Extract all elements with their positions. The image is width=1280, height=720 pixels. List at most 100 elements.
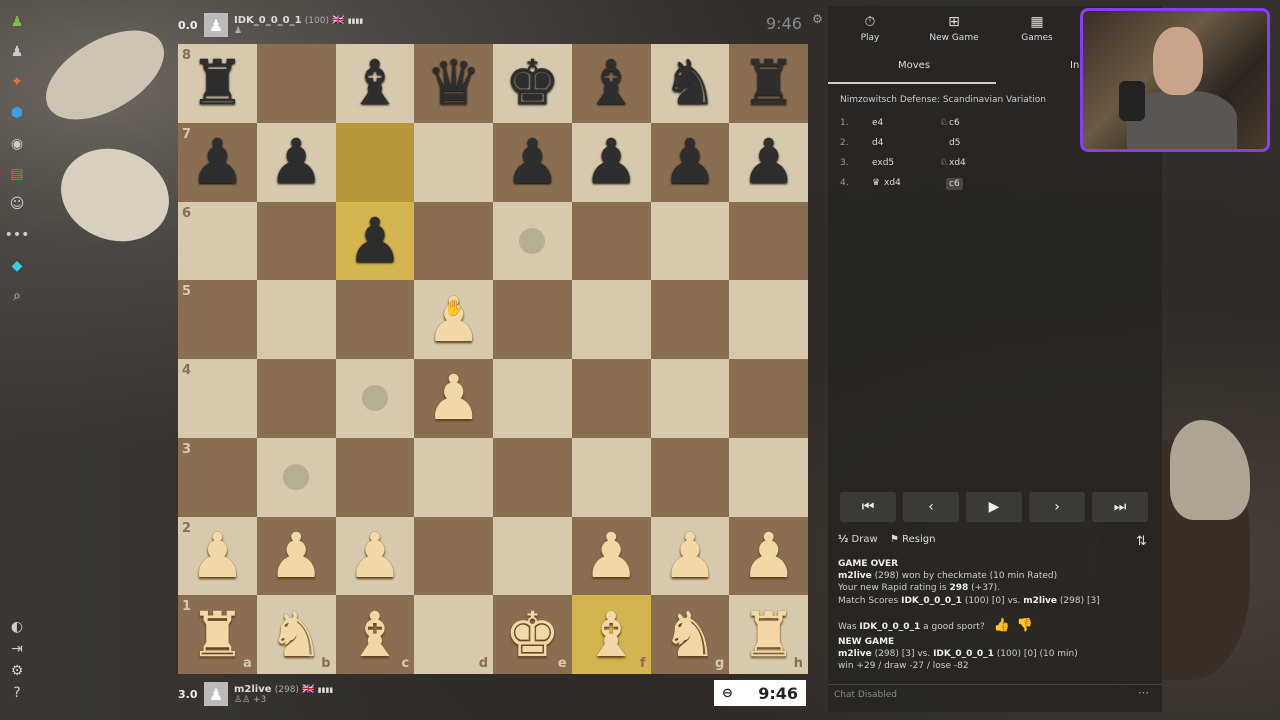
black-queen-icon[interactable]: ♛	[426, 52, 482, 114]
black-bishop-icon[interactable]: ♝	[583, 52, 639, 114]
square-c1[interactable]: c ♝	[335, 595, 415, 674]
move-black[interactable]: c6	[949, 118, 960, 128]
more-icon[interactable]: •••	[5, 225, 30, 245]
square-a4[interactable]: 4	[178, 359, 257, 438]
help-icon[interactable]: ?	[7, 683, 27, 703]
square-e7[interactable]: ♟	[493, 122, 572, 202]
square-b5[interactable]	[256, 280, 336, 359]
next-move-button[interactable]: ›	[1029, 492, 1085, 522]
move-hint-dot[interactable]	[519, 227, 546, 254]
black-bishop-icon[interactable]: ♝	[347, 52, 403, 114]
square-d3[interactable]	[414, 437, 493, 517]
social-icon[interactable]: ☺	[7, 194, 27, 214]
black-rook-icon[interactable]: ♜	[741, 52, 797, 114]
square-e3[interactable]	[493, 437, 572, 517]
white-pawn-icon[interactable]: ♟	[583, 524, 639, 587]
black-pawn-icon[interactable]: ♟	[662, 131, 718, 193]
white-king-icon[interactable]: ♚	[505, 603, 561, 666]
thumbs-up-icon[interactable]: 👍	[994, 618, 1010, 633]
square-g2[interactable]: ♟	[650, 516, 730, 596]
black-pawn-icon[interactable]: ♟	[347, 209, 403, 272]
square-d2[interactable]	[414, 516, 493, 596]
tab-info[interactable]: In	[1070, 60, 1079, 71]
square-h6[interactable]	[729, 201, 808, 281]
square-b6[interactable]	[256, 201, 336, 281]
square-b8[interactable]	[256, 44, 336, 123]
resign-button[interactable]: ⚑ Resign	[890, 534, 935, 545]
square-g1[interactable]: g ♞	[650, 595, 730, 674]
white-pawn-icon[interactable]: ♟	[268, 524, 324, 587]
chess-board[interactable]: 8 ♜ ♝ ♛ ♚ ♝ ♞ ♜ 7 ♟ ♟ ♟ ♟ ♟ ♟ 6 ♟ 5 ♟ 4 ♟ 3 2 ♟ ♟ ♟ ♟ ♟ ♟ 1 a ♜ b ♞ c ♝ d e ♚ f…	[178, 44, 808, 674]
square-c2[interactable]: ♟	[335, 516, 415, 596]
white-pawn-icon[interactable]: ♟	[662, 524, 718, 587]
white-pawn-icon[interactable]: ♟	[741, 524, 797, 587]
black-pawn-icon[interactable]: ♟	[268, 131, 324, 193]
collapse-icon[interactable]: ⇥	[7, 639, 27, 659]
square-d5[interactable]: ♟	[414, 280, 493, 359]
square-d1[interactable]: d	[414, 595, 493, 674]
square-f1[interactable]: f ♝	[571, 595, 651, 674]
square-g4[interactable]	[650, 359, 730, 438]
tab-moves[interactable]: Moves	[898, 60, 930, 71]
puzzle-icon[interactable]: ✦	[7, 72, 27, 92]
bottom-player-avatar[interactable]: ♟	[204, 682, 228, 706]
square-g6[interactable]	[650, 201, 730, 281]
square-c3[interactable]	[335, 437, 415, 517]
black-king-icon[interactable]: ♚	[505, 52, 561, 114]
play-icon[interactable]: ♟	[7, 42, 27, 62]
square-e5[interactable]	[493, 280, 572, 359]
square-f6[interactable]	[571, 201, 651, 281]
square-h3[interactable]	[729, 437, 808, 517]
move-hint-dot[interactable]	[361, 385, 388, 412]
square-a8[interactable]: 8 ♜	[178, 44, 257, 123]
prev-move-button[interactable]: ‹	[903, 492, 959, 522]
bottom-player-name[interactable]: m2live	[234, 684, 272, 695]
theme-toggle-icon[interactable]: ◐	[7, 617, 27, 637]
square-b7[interactable]: ♟	[256, 122, 336, 202]
square-g3[interactable]	[650, 437, 730, 517]
square-h2[interactable]: ♟	[729, 516, 808, 596]
black-knight-icon[interactable]: ♞	[662, 52, 718, 114]
top-player-name[interactable]: IDK_0_0_0_1	[234, 15, 302, 26]
watch-icon[interactable]: ◉	[7, 134, 27, 154]
square-h8[interactable]: ♜	[729, 44, 808, 123]
square-c5[interactable]	[335, 280, 415, 359]
move-black[interactable]: xd4	[949, 158, 966, 168]
move-black[interactable]: d5	[949, 138, 960, 148]
square-a6[interactable]: 6	[178, 201, 257, 281]
square-a7[interactable]: 7 ♟	[178, 122, 257, 202]
white-knight-icon[interactable]: ♞	[662, 603, 718, 666]
square-a1[interactable]: 1 a ♜	[178, 595, 257, 674]
thumbs-down-icon[interactable]: 👎	[1017, 618, 1033, 633]
square-e6[interactable]	[493, 201, 572, 281]
square-f4[interactable]	[571, 359, 651, 438]
square-h4[interactable]	[729, 359, 808, 438]
search-icon[interactable]: ⌕	[7, 286, 27, 306]
square-b4[interactable]	[256, 359, 336, 438]
tab-games[interactable]: ▦ Games	[997, 14, 1077, 43]
square-g8[interactable]: ♞	[650, 44, 730, 123]
move-white[interactable]: exd5	[872, 158, 894, 168]
square-e8[interactable]: ♚	[493, 44, 572, 123]
black-pawn-icon[interactable]: ♟	[190, 131, 246, 193]
white-pawn-icon[interactable]: ♟	[190, 524, 246, 587]
play-moves-button[interactable]: ▶	[966, 492, 1022, 522]
flip-board-icon[interactable]: ⇅	[1136, 534, 1147, 549]
more-options-icon[interactable]: ⋯	[1138, 686, 1149, 699]
white-pawn-icon[interactable]: ♟	[426, 367, 482, 429]
square-c7[interactable]	[335, 122, 415, 202]
learn-icon[interactable]: ⬢	[7, 103, 27, 123]
tab-new-game[interactable]: ⊞ New Game	[914, 14, 994, 43]
last-move-button[interactable]: ⏭	[1092, 492, 1148, 522]
draw-button[interactable]: ½ Draw	[838, 534, 878, 545]
settings-icon[interactable]: ⚙	[7, 661, 27, 681]
square-f8[interactable]: ♝	[571, 44, 651, 123]
diamond-icon[interactable]: ◆	[7, 256, 27, 276]
tab-play[interactable]: ⏱ Play	[830, 14, 910, 43]
square-h7[interactable]: ♟	[729, 122, 808, 202]
top-player-avatar[interactable]: ♟	[204, 13, 228, 37]
move-white[interactable]: e4	[872, 118, 883, 128]
square-f2[interactable]: ♟	[571, 516, 651, 596]
square-b2[interactable]: ♟	[256, 516, 336, 596]
square-e4[interactable]	[493, 359, 572, 438]
